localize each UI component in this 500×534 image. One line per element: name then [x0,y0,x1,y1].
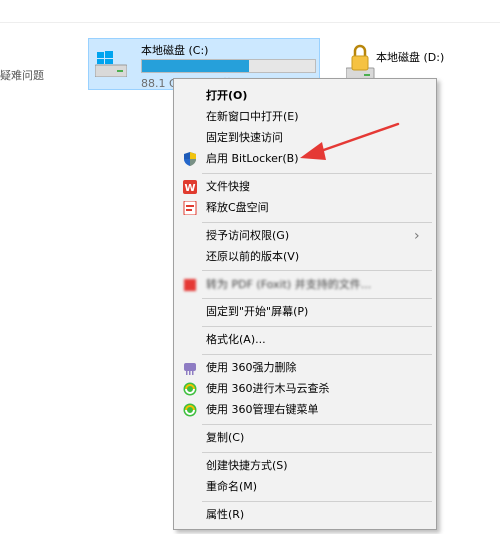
menu-separator [202,501,432,502]
drive-c-usage-fill [142,60,250,72]
menu-copy[interactable]: 复制(C) [174,428,436,448]
menu-properties[interactable]: 属性(R) [174,505,436,525]
menu-give-access[interactable]: 授予访问权限(G) › [174,226,436,246]
menu-format[interactable]: 格式化(A)... [174,330,436,350]
shredder-icon [184,363,196,375]
menu-copy-label: 复制(C) [206,431,245,444]
top-divider [0,22,500,23]
menu-properties-label: 属性(R) [206,508,245,521]
menu-separator [202,326,432,327]
menu-open[interactable]: 打开(O) [174,86,436,106]
menu-create-shortcut[interactable]: 创建快捷方式(S) [174,456,436,476]
menu-rename-label: 重命名(M) [206,480,258,493]
menu-360-trojan-scan-label: 使用 360进行木马云查杀 [206,382,330,395]
menu-file-snapshot-label: 文件快搜 [206,180,250,193]
drive-d-label: 本地磁盘 (D:) [376,51,445,64]
drive-windows-icon [95,51,127,77]
pdf-convert-icon [184,279,196,291]
menu-open-label: 打开(O) [206,89,248,102]
menu-free-c-space[interactable]: 释放C盘空间 [174,198,436,218]
menu-pin-start-label: 固定到"开始"屏幕(P) [206,305,309,318]
menu-enable-bitlocker-label: 启用 BitLocker(B) [206,152,299,165]
menu-separator [202,424,432,425]
menu-open-new-window-label: 在新窗口中打开(E) [206,110,299,123]
drive-c-label: 本地磁盘 (C:) [141,44,209,57]
svg-text:W: W [184,183,195,194]
menu-separator [202,173,432,174]
uac-shield-icon [184,152,196,166]
menu-pin-start[interactable]: 固定到"开始"屏幕(P) [174,302,436,322]
menu-restore-versions-label: 还原以前的版本(V) [206,250,300,263]
menu-create-shortcut-label: 创建快捷方式(S) [206,459,288,472]
menu-360-force-delete[interactable]: 使用 360强力删除 [174,358,436,378]
menu-separator [202,354,432,355]
context-menu: 打开(O) 在新窗口中打开(E) 固定到快速访问 启用 BitLocker(B)… [173,78,437,530]
menu-rename[interactable]: 重命名(M) [174,477,436,497]
clean-disk-icon [183,201,197,215]
menu-360-manage-menu[interactable]: 使用 360管理右键菜单 [174,400,436,420]
submenu-chevron-icon: › [414,228,420,244]
menu-separator [202,298,432,299]
menu-free-c-space-label: 释放C盘空间 [206,201,269,214]
menu-format-label: 格式化(A)... [206,333,266,346]
menu-separator [202,222,432,223]
360-security-icon [183,382,197,396]
menu-restore-versions[interactable]: 还原以前的版本(V) [174,247,436,267]
menu-360-force-delete-label: 使用 360强力删除 [206,361,297,374]
drive-c-usage-bar [141,59,316,73]
wps-icon: W [183,180,197,194]
nav-pane-fragment[interactable]: 疑难问题 [0,67,44,83]
360-security-icon [183,403,197,417]
menu-blurred-item[interactable]: 转为 PDF (Foxit) 并支持的文件... [174,275,436,295]
menu-pin-quick-access[interactable]: 固定到快速访问 [174,128,436,148]
menu-360-trojan-scan[interactable]: 使用 360进行木马云查杀 [174,379,436,399]
menu-give-access-label: 授予访问权限(G) [206,229,290,242]
menu-open-new-window[interactable]: 在新窗口中打开(E) [174,107,436,127]
menu-separator [202,452,432,453]
menu-360-manage-menu-label: 使用 360管理右键菜单 [206,403,319,416]
menu-blurred-item-label: 转为 PDF (Foxit) 并支持的文件... [206,278,372,291]
menu-separator [202,270,432,271]
menu-enable-bitlocker[interactable]: 启用 BitLocker(B) [174,149,436,169]
menu-pin-quick-access-label: 固定到快速访问 [206,131,283,144]
menu-file-snapshot[interactable]: W 文件快搜 [174,177,436,197]
